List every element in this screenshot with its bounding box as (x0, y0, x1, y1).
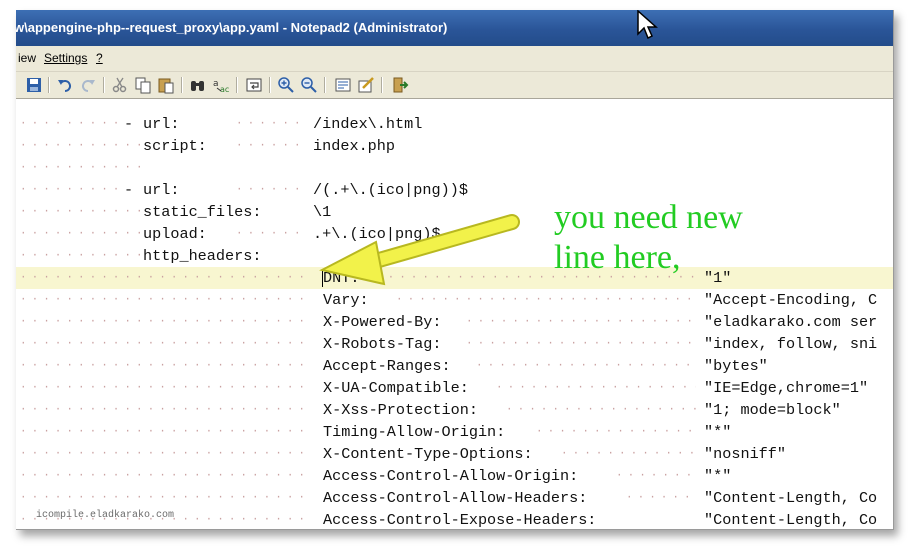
annotation-line-1: you need new (554, 199, 743, 236)
arrow-annotation (319, 214, 520, 286)
annotation-text: you need new line here, (554, 198, 743, 278)
mouse-pointer-icon (637, 10, 658, 40)
annotation-line-2: line here, (554, 239, 681, 276)
screenshot: w\appengine-php--request_proxy\app.yaml … (0, 0, 910, 549)
